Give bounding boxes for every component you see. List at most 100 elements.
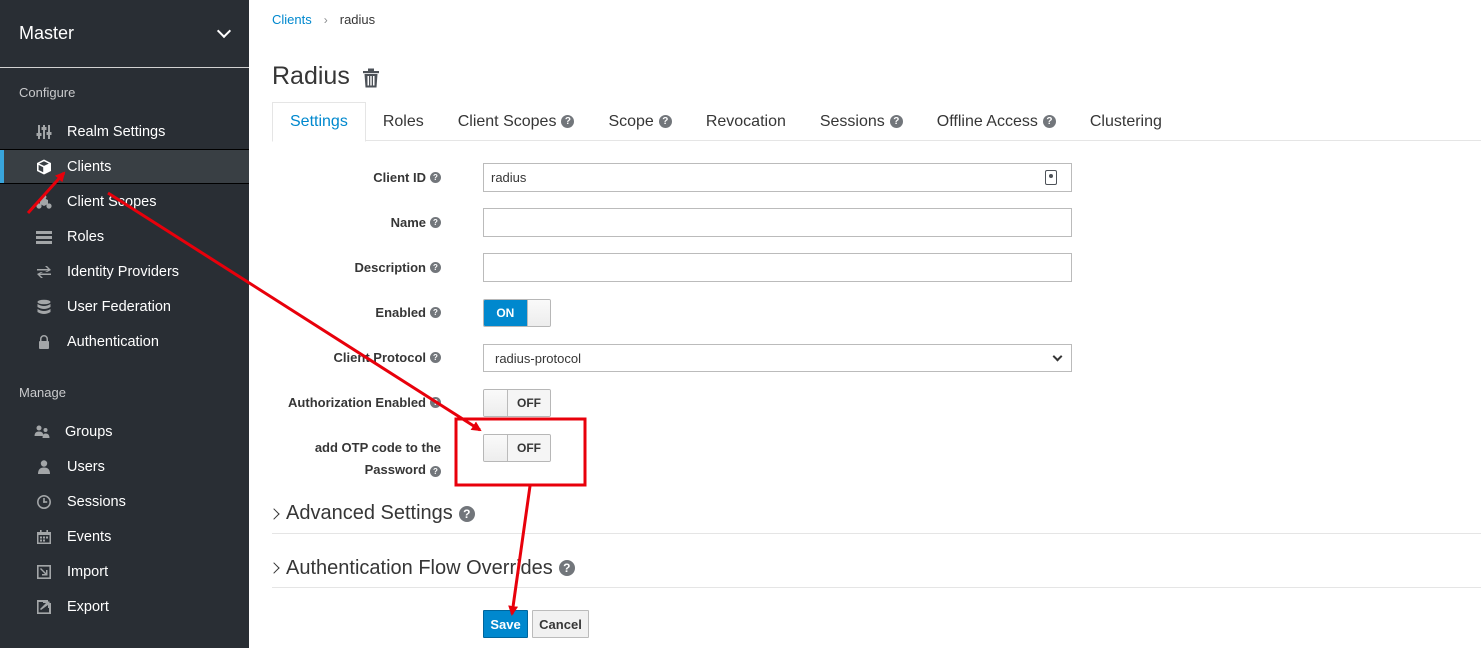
lock-icon xyxy=(35,333,53,351)
section-title: Advanced Settings xyxy=(286,502,453,524)
tab-client-scopes[interactable]: Client Scopes? xyxy=(441,102,592,141)
list-icon xyxy=(35,228,53,246)
tab-offline-access[interactable]: Offline Access? xyxy=(920,102,1073,141)
page-title: Radius xyxy=(272,62,350,90)
sidebar-item-identity-providers[interactable]: Identity Providers xyxy=(0,254,249,289)
cube-icon xyxy=(35,158,53,176)
help-icon[interactable]: ? xyxy=(430,262,441,273)
help-icon[interactable]: ? xyxy=(561,115,575,128)
toggle-state: OFF xyxy=(508,435,550,461)
help-icon[interactable]: ? xyxy=(430,217,441,228)
tab-bar: Settings Roles Client Scopes? Scope? Rev… xyxy=(272,102,1481,142)
tab-label: Settings xyxy=(290,113,348,130)
otp-label-line2: Password xyxy=(364,462,426,477)
client-id-label: Client ID? xyxy=(373,170,441,185)
protocol-label: Client Protocol? xyxy=(334,350,441,365)
tab-label: Offline Access xyxy=(936,112,1038,130)
cancel-button[interactable]: Cancel xyxy=(532,610,589,638)
sidebar-item-label: Users xyxy=(67,458,105,475)
user-icon xyxy=(35,458,53,476)
tab-clustering[interactable]: Clustering xyxy=(1073,102,1179,141)
main-content: Clients › radius Radius Settings Roles C… xyxy=(249,0,1481,648)
help-icon[interactable]: ? xyxy=(558,560,575,576)
sidebar-item-clients[interactable]: Clients xyxy=(0,149,249,184)
otp-toggle[interactable]: OFF xyxy=(483,434,551,462)
help-icon[interactable]: ? xyxy=(889,115,903,128)
manage-heading: Manage xyxy=(19,385,66,400)
name-field[interactable] xyxy=(483,208,1072,237)
sidebar-item-sessions[interactable]: Sessions xyxy=(0,484,249,519)
trash-icon[interactable] xyxy=(362,68,380,88)
realm-selector[interactable]: Master xyxy=(0,0,249,68)
sidebar-item-label: Export xyxy=(67,598,109,615)
chevron-right-icon xyxy=(268,562,280,574)
sidebar-item-label: Client Scopes xyxy=(67,193,157,210)
authz-row: Authorization Enabled? OFF xyxy=(249,389,1481,417)
help-icon[interactable]: ? xyxy=(458,505,475,522)
sidebar: Master Configure Realm Settings Clients … xyxy=(0,0,249,648)
clock-icon xyxy=(35,493,53,511)
sidebar-item-label: Clients xyxy=(67,158,112,175)
export-icon xyxy=(35,598,53,616)
sidebar-item-user-federation[interactable]: User Federation xyxy=(0,289,249,324)
chevron-right-icon xyxy=(268,507,280,520)
advanced-settings-section[interactable]: Advanced Settings ? xyxy=(268,494,1481,534)
name-row: Name? xyxy=(249,208,1481,237)
tab-revocation[interactable]: Revocation xyxy=(689,102,803,141)
sidebar-item-authentication[interactable]: Authentication xyxy=(0,324,249,359)
breadcrumb-current: radius xyxy=(339,12,376,27)
database-icon xyxy=(35,298,53,316)
sidebar-item-label: User Federation xyxy=(67,298,171,315)
description-label: Description? xyxy=(354,260,441,275)
protocol-value: radius-protocol xyxy=(495,350,581,366)
auth-flow-overrides-section[interactable]: Authentication Flow Overrides ? xyxy=(268,549,1481,588)
sidebar-item-label: Realm Settings xyxy=(67,123,166,140)
chevron-down-icon xyxy=(1052,351,1063,362)
breadcrumb: Clients › radius xyxy=(272,12,375,27)
enabled-label: Enabled? xyxy=(375,305,441,320)
import-icon xyxy=(35,563,53,581)
tab-roles[interactable]: Roles xyxy=(366,102,441,141)
sidebar-item-users[interactable]: Users xyxy=(0,449,249,484)
tab-label: Roles xyxy=(382,112,424,130)
sidebar-item-events[interactable]: Events xyxy=(0,519,249,554)
sidebar-item-roles[interactable]: Roles xyxy=(0,219,249,254)
protocol-select[interactable]: radius-protocol xyxy=(483,344,1072,372)
sidebar-item-label: Authentication xyxy=(67,333,159,350)
client-id-field[interactable]: radius xyxy=(483,163,1072,192)
enabled-row: Enabled? ON xyxy=(249,299,1481,327)
authz-toggle[interactable]: OFF xyxy=(483,389,551,417)
section-title: Authentication Flow Overrides xyxy=(286,556,553,579)
help-icon[interactable]: ? xyxy=(1042,115,1056,128)
save-button[interactable]: Save xyxy=(483,610,528,638)
description-field[interactable] xyxy=(483,253,1072,282)
tab-label: Sessions xyxy=(819,112,885,130)
toggle-state: OFF xyxy=(508,390,550,416)
chevron-down-icon xyxy=(216,23,232,38)
sidebar-item-export[interactable]: Export xyxy=(0,589,249,624)
sidebar-item-client-scopes[interactable]: Client Scopes xyxy=(0,184,249,219)
enabled-toggle[interactable]: ON xyxy=(483,299,551,327)
title-row: Radius xyxy=(272,62,380,91)
sidebar-item-realm-settings[interactable]: Realm Settings xyxy=(0,114,249,149)
help-icon[interactable]: ? xyxy=(430,352,441,363)
help-icon[interactable]: ? xyxy=(430,397,441,408)
toggle-knob xyxy=(526,300,550,326)
toggle-knob xyxy=(484,435,508,461)
tab-scope[interactable]: Scope? xyxy=(591,102,688,141)
help-icon[interactable]: ? xyxy=(658,115,672,128)
breadcrumb-separator-icon: › xyxy=(323,12,328,27)
otp-label: add OTP code to the Password? xyxy=(281,437,441,481)
help-icon[interactable]: ? xyxy=(430,307,441,318)
tab-label: Scope xyxy=(608,112,654,130)
help-icon[interactable]: ? xyxy=(430,466,441,477)
breadcrumb-clients-link[interactable]: Clients xyxy=(272,12,312,27)
tab-settings[interactable]: Settings xyxy=(272,102,366,142)
sidebar-item-import[interactable]: Import xyxy=(0,554,249,589)
sidebar-item-label: Import xyxy=(67,563,109,580)
help-icon[interactable]: ? xyxy=(430,172,441,183)
client-id-row: Client ID? radius xyxy=(249,163,1481,192)
tab-label: Client Scopes xyxy=(457,112,557,130)
tab-sessions[interactable]: Sessions? xyxy=(803,102,920,141)
sidebar-item-groups[interactable]: Groups xyxy=(0,414,249,449)
